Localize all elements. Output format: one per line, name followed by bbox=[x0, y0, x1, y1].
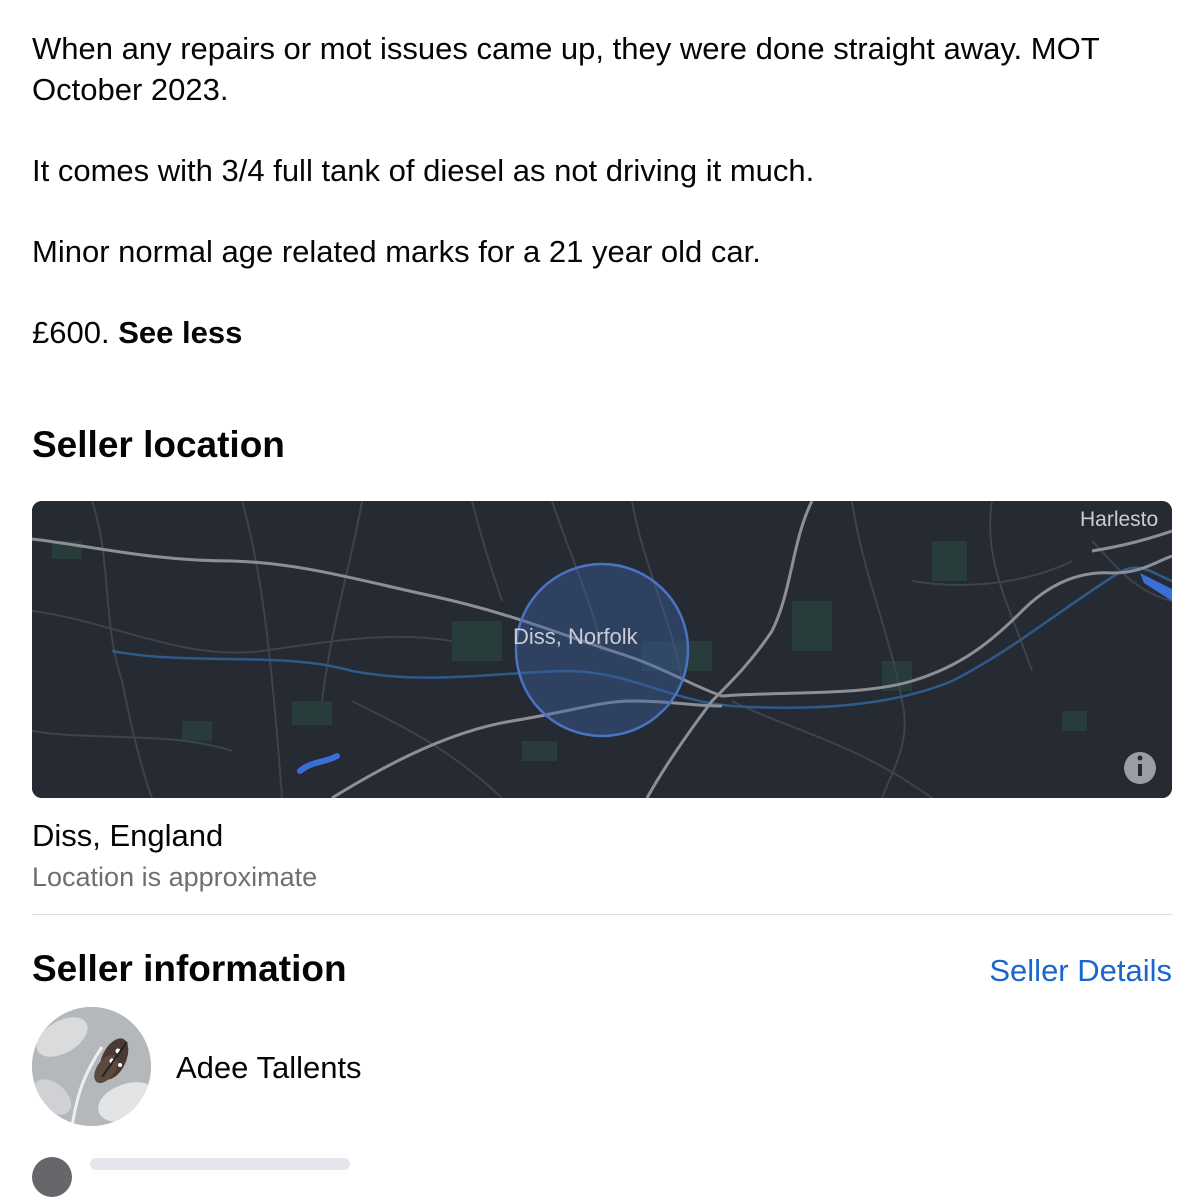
price-line: £600. See less bbox=[32, 312, 1172, 353]
description-paragraph: It comes with 3/4 full tank of diesel as… bbox=[32, 153, 815, 188]
butterfly-avatar-icon bbox=[32, 1007, 151, 1126]
next-item-text bbox=[90, 1158, 350, 1170]
listing-description: When any repairs or mot issues came up, … bbox=[32, 28, 1172, 353]
price-text: £600. bbox=[32, 315, 110, 350]
next-item-icon bbox=[32, 1157, 72, 1197]
seller-location-heading: Seller location bbox=[32, 424, 285, 465]
description-paragraph: When any repairs or mot issues came up, … bbox=[32, 31, 1100, 107]
description-paragraph: Minor normal age related marks for a 21 … bbox=[32, 234, 761, 269]
location-map[interactable]: Diss, Norfolk Harlesto bbox=[32, 501, 1172, 798]
map-canvas: Diss, Norfolk Harlesto bbox=[32, 501, 1172, 798]
map-town-label: Harlesto bbox=[1080, 508, 1158, 531]
section-divider bbox=[32, 914, 1172, 915]
seller-avatar[interactable] bbox=[32, 1007, 151, 1126]
map-area-label: Diss, Norfolk bbox=[513, 624, 639, 649]
seller-information-heading: Seller information bbox=[32, 948, 347, 989]
location-city: Diss, England bbox=[32, 818, 224, 853]
info-icon[interactable] bbox=[1124, 752, 1156, 784]
location-approximate-note: Location is approximate bbox=[32, 862, 318, 892]
see-less-link[interactable]: See less bbox=[118, 315, 242, 350]
seller-name[interactable]: Adee Tallents bbox=[176, 1048, 362, 1088]
seller-details-link[interactable]: Seller Details bbox=[989, 953, 1172, 989]
